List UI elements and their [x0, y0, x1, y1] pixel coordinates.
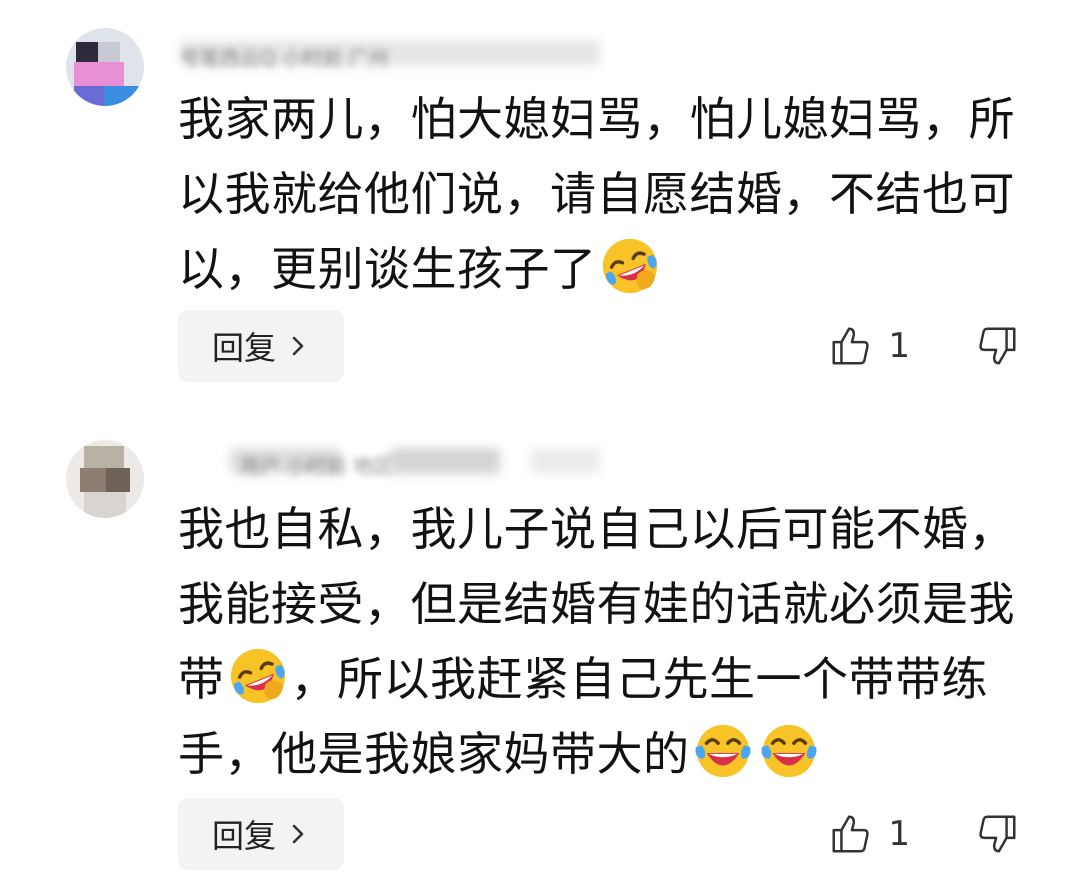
reply-label: 回复 — [211, 329, 276, 367]
like-count: 1 — [888, 814, 910, 854]
like-count: 1 — [888, 326, 910, 366]
tears-of-joy-emoji — [695, 724, 750, 778]
tears-of-joy-emoji — [761, 724, 816, 778]
thumbs-down-icon[interactable] — [974, 811, 1020, 857]
username-text: 用户 小时前 地区 — [240, 454, 393, 478]
thumbs-up-icon[interactable] — [828, 323, 874, 369]
comment-text: 我也自私，我儿子说自己以后可能不婚，我能接受，但是结婚有娃的话就必须是我带 ，所… — [178, 492, 1038, 792]
thumbs-up-icon[interactable] — [828, 811, 874, 857]
avatar[interactable] — [66, 440, 144, 518]
reply-button[interactable]: 回复 — [178, 310, 344, 382]
reply-button[interactable]: 回复 — [178, 798, 344, 870]
comment-text-part: ，所以我赶紧自己先生一个带带练手，他是我娘家妈带大的 — [178, 652, 988, 781]
chevron-right-icon — [292, 824, 304, 844]
thumbs-down-icon[interactable] — [974, 323, 1020, 369]
chevron-right-icon — [292, 336, 304, 356]
comment-text: 我家两儿，怕大媳妇骂，怕儿媳妇骂，所以我就给他们说，请自愿结婚，不结也可以，更别… — [178, 82, 1038, 307]
comment-text-part: 我家两儿，怕大媳妇骂，怕儿媳妇骂，所以我就给他们说，请自愿结婚，不结也可以，更别… — [178, 92, 1015, 296]
avatar[interactable] — [66, 28, 144, 106]
laughing-crying-tilted-emoji — [230, 648, 285, 704]
laughing-crying-tilted-emoji — [602, 238, 657, 294]
username-text: 号笔西云Q 小时前 广州 — [180, 46, 389, 70]
vote-actions: 1 — [828, 798, 1020, 870]
reply-label: 回复 — [211, 817, 276, 855]
comment-item: 号笔西云Q 小时前 广州 我家两儿，怕大媳妇骂，怕儿媳妇骂，所以我就给他们说，请… — [0, 0, 1080, 400]
comment-list: 号笔西云Q 小时前 广州 我家两儿，怕大媳妇骂，怕儿媳妇骂，所以我就给他们说，请… — [0, 0, 1080, 892]
comment-item: 用户 小时前 地区 我也自私，我儿子说自己以后可能不婚，我能接受，但是结婚有娃的… — [0, 420, 1080, 892]
vote-actions: 1 — [828, 310, 1020, 382]
